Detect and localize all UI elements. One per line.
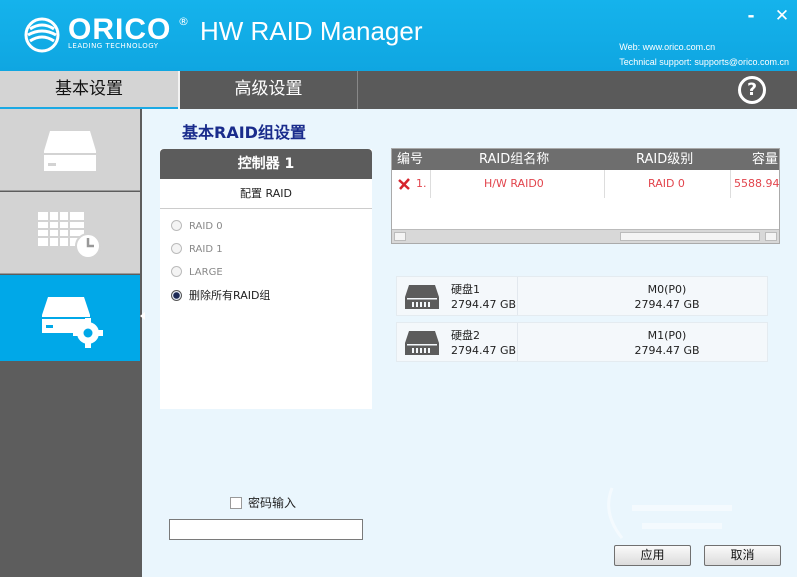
disk-member-info: M1(P0) 2794.47 GB [577, 328, 757, 358]
orico-logo: ORICO ® LEADING TECHNOLOGY [22, 13, 192, 55]
title-bar: ORICO ® LEADING TECHNOLOGY HW RAID Manag… [0, 0, 797, 71]
scroll-right-arrow[interactable] [765, 232, 777, 241]
disk-name: 硬盘2 [451, 329, 480, 342]
scroll-left-arrow[interactable] [394, 232, 406, 241]
table-row[interactable]: 1. H/W RAID0 RAID 0 5588.94 [392, 170, 779, 198]
orico-logo-icon [24, 17, 60, 53]
column-divider [430, 170, 431, 198]
radio-button[interactable] [171, 220, 182, 231]
raid0-option[interactable]: RAID 0 [171, 219, 223, 235]
radio-button[interactable] [171, 266, 182, 277]
tab-advanced-settings[interactable]: 高级设置 [180, 71, 357, 109]
brand-tagline: LEADING TECHNOLOGY [68, 42, 159, 50]
option-label: 删除所有RAID组 [189, 289, 271, 302]
disk-size: 2794.47 GB [451, 298, 517, 311]
radio-button-selected[interactable] [171, 290, 182, 301]
hard-disk-icon [405, 331, 439, 355]
password-label: 密码输入 [248, 496, 297, 510]
apply-button[interactable]: 应用 [614, 545, 691, 566]
column-header-index: 编号 [397, 152, 424, 167]
support-email: Technical support: supports@orico.com.cn [619, 57, 789, 67]
password-checkbox[interactable] [230, 497, 242, 509]
tab-basic-settings[interactable]: 基本设置 [0, 71, 178, 109]
disk-size: 2794.47 GB [451, 344, 517, 357]
member-size: 2794.47 GB [634, 344, 700, 357]
tab-separator [357, 71, 358, 109]
raid1-option[interactable]: RAID 1 [171, 242, 223, 258]
disk-row-2[interactable]: 硬盘2 2794.47 GB M1(P0) 2794.47 GB [396, 322, 768, 362]
disk-row-1[interactable]: 硬盘1 2794.47 GB M0(P0) 2794.47 GB [396, 276, 768, 316]
radio-button[interactable] [171, 243, 182, 254]
disk-info: 硬盘1 2794.47 GB [451, 282, 516, 312]
delete-all-raid-option[interactable]: 删除所有RAID组 [171, 288, 270, 304]
controller-title: 控制器 1 [160, 149, 372, 179]
controller-panel: 控制器 1 配置 RAID RAID 0 RAID 1 LARGE 删除所有RA… [160, 149, 372, 409]
divider [517, 277, 518, 315]
member-id: M0(P0) [647, 283, 687, 296]
support-info: Web: www.orico.com.cn Technical support:… [619, 40, 789, 70]
web-url: Web: www.orico.com.cn [619, 42, 716, 52]
disk-member-info: M0(P0) 2794.47 GB [577, 282, 757, 312]
brand-mark: ® [178, 15, 189, 28]
disk-info: 硬盘2 2794.47 GB [451, 328, 516, 358]
controller-subtitle: 配置 RAID [160, 179, 372, 209]
close-button[interactable]: ✕ [773, 8, 791, 26]
section-title: 基本RAID组设置 [182, 123, 306, 142]
grid-clock-icon [38, 212, 101, 259]
column-header-capacity: 容量 [752, 152, 779, 167]
help-button[interactable]: ? [738, 76, 766, 104]
sidebar-item-schedule[interactable] [0, 192, 140, 274]
large-option[interactable]: LARGE [171, 265, 223, 281]
minimize-button[interactable]: - [742, 8, 760, 26]
disk-name: 硬盘1 [451, 283, 480, 296]
member-size: 2794.47 GB [634, 298, 700, 311]
divider [517, 323, 518, 361]
watermark-logo [607, 487, 732, 539]
column-header-name: RAID组名称 [479, 152, 550, 167]
column-divider [604, 170, 605, 198]
scroll-thumb[interactable] [620, 232, 760, 241]
column-divider [730, 170, 731, 198]
disk-gear-icon [42, 297, 103, 348]
option-label: RAID 0 [189, 221, 223, 232]
table-header: 编号 RAID组名称 RAID级别 容量 [392, 149, 779, 170]
sidebar-item-disk[interactable] [0, 109, 140, 191]
app-title: HW RAID Manager [200, 16, 423, 46]
sidebar [0, 109, 145, 577]
row-name: H/W RAID0 [484, 177, 544, 190]
row-capacity: 5588.94 [734, 177, 780, 190]
option-label: RAID 1 [189, 244, 223, 255]
row-level: RAID 0 [648, 177, 685, 190]
disk-drive-icon [44, 131, 96, 171]
cancel-button[interactable]: 取消 [704, 545, 781, 566]
active-indicator [140, 312, 145, 320]
delete-x-icon[interactable] [398, 178, 410, 190]
horizontal-scrollbar[interactable] [392, 229, 779, 243]
column-header-level: RAID级别 [636, 152, 694, 167]
password-toggle[interactable]: 密码输入 [230, 494, 296, 511]
tab-bar: 基本设置 高级设置 ? [0, 71, 797, 109]
sidebar-item-raid-settings[interactable] [0, 275, 145, 361]
option-label: LARGE [189, 267, 223, 278]
hard-disk-icon [405, 285, 439, 309]
row-index: 1. [416, 177, 427, 190]
member-id: M1(P0) [647, 329, 687, 342]
raid-group-table: 编号 RAID组名称 RAID级别 容量 1. H/W RAID0 RAID 0… [391, 148, 780, 244]
password-input[interactable] [169, 519, 363, 540]
